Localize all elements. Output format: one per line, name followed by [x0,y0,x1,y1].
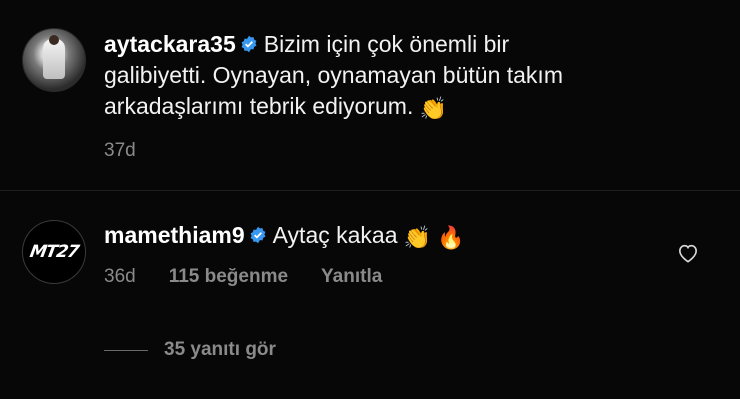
clapping-hands-emoji: 👏 [419,96,448,121]
avatar[interactable]: MT27 [22,220,86,284]
verified-badge-icon [241,35,257,53]
verified-badge-icon [250,226,266,244]
comment-time: 36d [104,266,136,287]
heart-icon[interactable] [677,243,699,263]
likes-count[interactable]: 115 beğenme [169,266,288,287]
username[interactable]: mamethiam9 [104,222,245,248]
username[interactable]: aytackara35 [104,31,236,57]
comment-mamethiam9: MT27 mamethiam9 Aytaç kakaa 👏 🔥 36d 115 be… [0,192,740,399]
clapping-hands-fire-emoji: 👏 🔥 [403,225,465,250]
view-replies-label: 35 yanıtı gör [164,339,276,360]
avatar-figure [43,39,65,79]
comment-meta: 36d 115 beğenme Yanıtla [104,266,415,288]
avatar-head [49,35,59,45]
reply-button[interactable]: Yanıtla [321,266,382,287]
comment-body: aytackara35 Bizim için çok önemli bir gal… [104,29,574,124]
divider [0,190,740,191]
view-replies-button[interactable]: 35 yanıtı gör [104,339,276,361]
replies-line [104,349,148,351]
comment-body: mamethiam9 Aytaç kakaa 👏 🔥 [104,220,624,253]
comment-aytackara35: aytackara35 Bizim için çok önemli bir gal… [0,0,740,190]
avatar-logo: MT27 [28,242,80,262]
comment-time: 37d [104,140,136,161]
avatar[interactable] [22,28,86,92]
comment-text: Aytaç kakaa [272,222,398,248]
